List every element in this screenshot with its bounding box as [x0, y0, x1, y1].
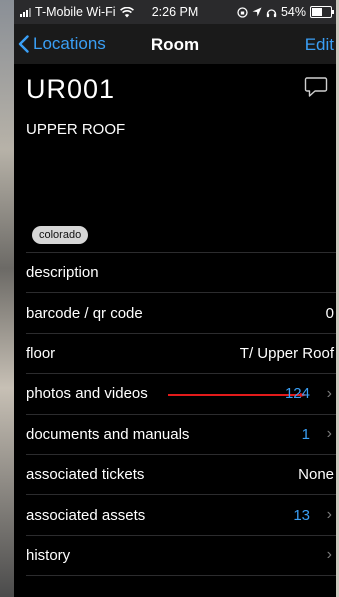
- background-photo-left: [0, 0, 14, 597]
- row-barcode[interactable]: barcode / qr code 0: [26, 292, 336, 332]
- navigation-bar: Locations Room Edit: [14, 24, 336, 64]
- chevron-right-icon: ›: [326, 384, 332, 402]
- edit-button[interactable]: Edit: [305, 35, 334, 55]
- chevron-right-icon: ›: [326, 546, 332, 564]
- row-description[interactable]: description: [26, 252, 336, 292]
- headphones-icon: [266, 8, 277, 17]
- row-value: 1: [301, 425, 310, 443]
- battery-icon: [310, 6, 334, 18]
- row-label: floor: [26, 344, 56, 362]
- row-label: history: [26, 546, 71, 564]
- row-history[interactable]: history ›: [26, 534, 336, 577]
- page-title: Room: [150, 35, 200, 54]
- row-label: barcode / qr code: [26, 304, 143, 322]
- row-value: None: [298, 466, 334, 484]
- chevron-right-icon: ›: [326, 425, 332, 443]
- battery-percent: 54%: [280, 5, 306, 19]
- detail-list: description barcode / qr code 0 floor T/…: [26, 252, 336, 577]
- row-label: associated tickets: [26, 466, 145, 484]
- row-associated-tickets[interactable]: associated tickets None: [26, 453, 336, 494]
- rotation-lock-icon: [237, 6, 248, 18]
- comment-icon[interactable]: [304, 76, 328, 98]
- row-value: 124: [284, 385, 310, 403]
- row-value: 13: [293, 506, 310, 524]
- location-arrow-icon: [252, 7, 262, 17]
- row-label: description: [26, 264, 99, 282]
- phone-screen: T-Mobile Wi-Fi 2:26 PM 54% Locations Roo…: [14, 0, 336, 597]
- row-value: 0: [325, 304, 334, 322]
- row-label: photos and videos: [26, 385, 148, 403]
- row-label: associated assets: [26, 506, 146, 524]
- chevron-right-icon: ›: [326, 506, 332, 524]
- row-documents-and-manuals[interactable]: documents and manuals 1 ›: [26, 413, 336, 454]
- status-bar: T-Mobile Wi-Fi 2:26 PM 54%: [14, 0, 336, 24]
- location-tag[interactable]: colorado: [32, 226, 89, 244]
- row-floor[interactable]: floor T/ Upper Roof: [26, 332, 336, 373]
- room-name: UPPER ROOF: [26, 121, 126, 138]
- row-associated-assets[interactable]: associated assets 13 ›: [26, 494, 336, 534]
- row-photos-and-videos[interactable]: photos and videos 124 ›: [26, 373, 336, 413]
- row-value: T/ Upper Roof: [239, 344, 334, 362]
- room-id: UR001: [26, 74, 116, 104]
- row-label: documents and manuals: [26, 425, 190, 443]
